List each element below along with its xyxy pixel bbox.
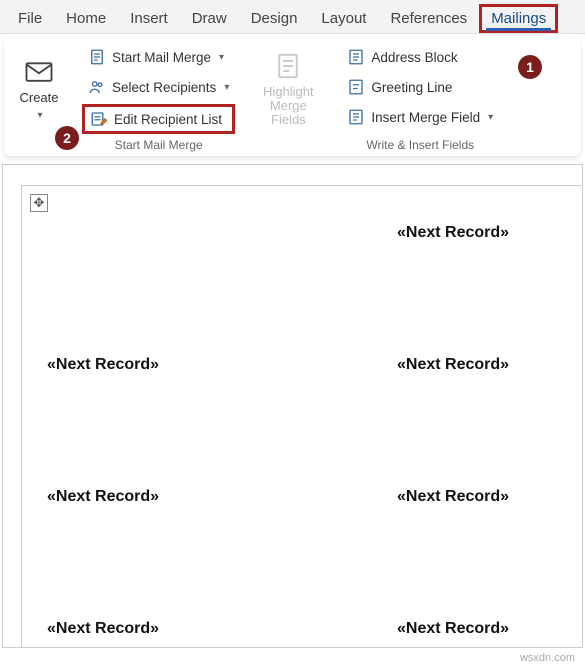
label-grid: «Next Record» «Next Record» «Next Record… [47,218,583,648]
tab-mailings[interactable]: Mailings [479,4,558,33]
group-highlight-label [253,138,323,152]
group-write-insert-label: Write & Insert Fields [341,138,499,152]
tab-draw[interactable]: Draw [180,4,239,33]
chevron-down-icon: ▾ [37,110,42,121]
group-write-insert: Address Block Greeting Line Insert Merge… [341,44,499,152]
tab-file[interactable]: File [6,4,54,33]
edit-recipient-list-button[interactable]: Edit Recipient List [82,104,235,134]
insert-merge-field-label: Insert Merge Field [371,110,480,125]
document-icon [88,48,106,66]
tab-layout[interactable]: Layout [309,4,378,33]
address-block-button[interactable]: Address Block [341,44,499,70]
label-cell[interactable]: «Next Record» [47,614,397,648]
document-area: ✥ «Next Record» «Next Record» «Next Reco… [2,164,583,648]
watermark: wsxdn.com [520,652,575,664]
address-block-label: Address Block [371,50,457,65]
group-start-mail-merge: Start Mail Merge ▾ Select Recipients ▾ E… [82,44,235,152]
greeting-line-label: Greeting Line [371,80,452,95]
highlight-label-2: Merge Fields [270,98,307,127]
chevron-down-icon: ▾ [224,82,229,93]
group-highlight: Highlight Merge Fields [253,44,323,152]
insert-field-icon [347,108,365,126]
envelope-icon [24,57,54,87]
label-cell[interactable]: «Next Record» [397,614,583,648]
start-mail-merge-label: Start Mail Merge [112,50,211,65]
chevron-down-icon: ▾ [219,52,224,63]
greeting-line-button[interactable]: Greeting Line [341,74,499,100]
tab-bar: File Home Insert Draw Design Layout Refe… [0,0,585,34]
highlight-icon [273,51,303,81]
annotation-badge-2: 2 [55,126,79,150]
select-recipients-button[interactable]: Select Recipients ▾ [82,74,235,100]
greeting-icon [347,78,365,96]
people-icon [88,78,106,96]
chevron-down-icon: ▾ [488,112,493,123]
ribbon: Create ▾ Start Mail Merge ▾ Select Recip… [4,38,581,156]
select-recipients-label: Select Recipients [112,80,216,95]
label-cell[interactable]: «Next Record» [397,482,583,614]
label-cell[interactable]: «Next Record» [47,350,397,482]
tab-insert[interactable]: Insert [118,4,180,33]
label-cell[interactable]: «Next Record» [397,350,583,482]
tab-references[interactable]: References [378,4,479,33]
label-cell[interactable] [47,218,397,350]
label-cell[interactable]: «Next Record» [397,218,583,350]
highlight-merge-fields-button: Highlight Merge Fields [253,44,323,134]
tab-design[interactable]: Design [239,4,310,33]
insert-merge-field-button[interactable]: Insert Merge Field ▾ [341,104,499,130]
highlight-label-1: Highlight [263,84,314,99]
document-page[interactable]: ✥ «Next Record» «Next Record» «Next Reco… [21,185,583,648]
label-cell[interactable]: «Next Record» [47,482,397,614]
create-button[interactable]: Create ▾ [14,44,64,134]
edit-recipient-list-label: Edit Recipient List [114,112,222,127]
edit-list-icon [90,110,108,128]
annotation-badge-1: 1 [518,55,542,79]
tab-home[interactable]: Home [54,4,118,33]
address-icon [347,48,365,66]
create-label: Create [19,91,58,105]
start-mail-merge-button[interactable]: Start Mail Merge ▾ [82,44,235,70]
group-start-mail-merge-label: Start Mail Merge [82,138,235,152]
